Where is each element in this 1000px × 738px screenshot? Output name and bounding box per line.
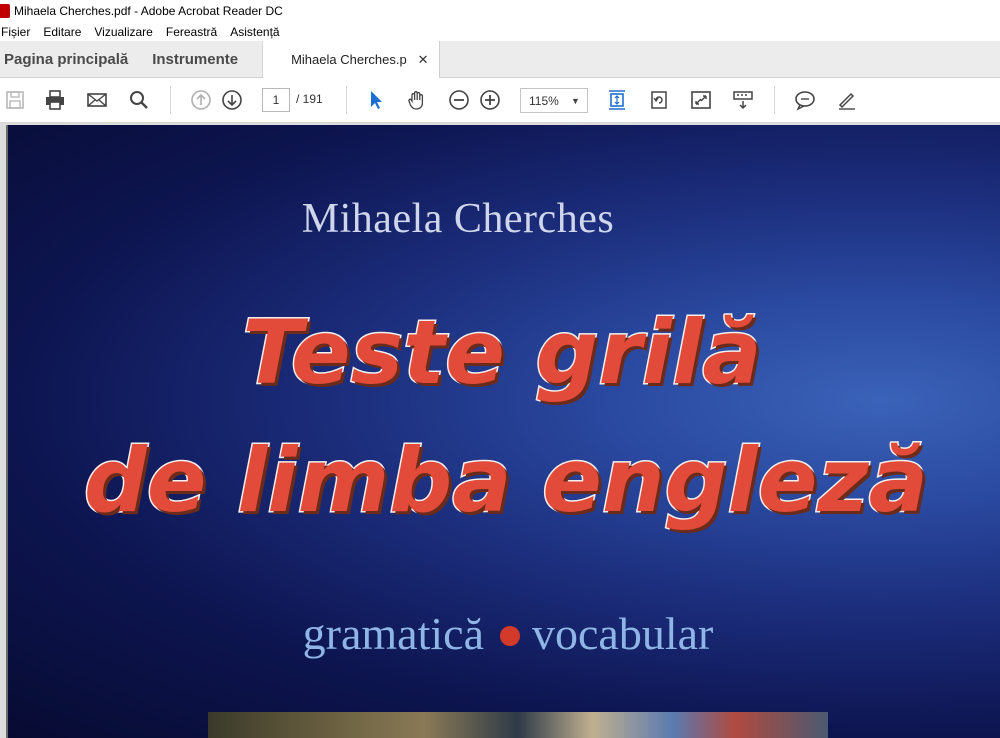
page-number-input[interactable]: 1: [262, 88, 290, 112]
title-bar: Mihaela Cherches.pdf - Adobe Acrobat Rea…: [0, 0, 1000, 22]
toolbar-separator: [346, 86, 347, 114]
comment-icon[interactable]: [792, 87, 818, 113]
toolbar-separator: [774, 86, 775, 114]
fit-page-icon[interactable]: [604, 87, 630, 113]
menu-help[interactable]: Asistență: [224, 25, 286, 39]
read-mode-icon[interactable]: [730, 87, 756, 113]
tab-bar: Pagina principală Instrumente Mihaela Ch…: [0, 41, 1000, 78]
search-icon[interactable]: [126, 87, 152, 113]
print-icon[interactable]: [42, 87, 68, 113]
page-down-icon[interactable]: [219, 87, 245, 113]
close-tab-icon[interactable]: ✕: [415, 52, 431, 68]
hand-icon[interactable]: [404, 87, 430, 113]
cover-author: Mihaela Cherches: [301, 196, 615, 242]
toolbar: [0, 78, 1000, 123]
cover-photo: [208, 712, 828, 738]
zoom-value: 115%: [529, 93, 559, 108]
select-cursor-icon[interactable]: [362, 87, 388, 113]
cover-title-line2: de limba engleză: [82, 428, 929, 534]
tab-home[interactable]: Pagina principală: [0, 41, 140, 77]
chevron-down-icon: ▼: [571, 95, 580, 106]
tab-tools[interactable]: Instrumente: [140, 41, 264, 77]
full-screen-icon[interactable]: [688, 87, 714, 113]
cover-title-line1: Teste grilă: [241, 300, 763, 406]
zoom-out-icon[interactable]: [446, 87, 472, 113]
page-total: / 191: [296, 92, 323, 106]
subtitle-vocabulary: vocabular: [531, 608, 714, 659]
acrobat-logo-icon: [0, 4, 10, 18]
rotate-icon[interactable]: [646, 87, 672, 113]
menu-bar: Fișier Editare Vizualizare Fereastră Asi…: [0, 22, 1000, 41]
zoom-select[interactable]: 115% ▼: [520, 88, 588, 113]
pdf-page: Mihaela Cherches Teste grilă de limba en…: [8, 125, 1000, 738]
menu-window[interactable]: Fereastră: [160, 25, 224, 39]
tab-document[interactable]: Mihaela Cherches.p ✕: [263, 41, 441, 78]
document-viewer[interactable]: Mihaela Cherches Teste grilă de limba en…: [0, 123, 1000, 738]
menu-file[interactable]: Fișier: [0, 25, 37, 39]
save-icon[interactable]: [2, 87, 28, 113]
menu-edit[interactable]: Editare: [37, 25, 88, 39]
page-up-icon[interactable]: [188, 87, 214, 113]
window-title: Mihaela Cherches.pdf - Adobe Acrobat Rea…: [14, 4, 283, 18]
toolbar-separator: [170, 86, 171, 114]
menu-view[interactable]: Vizualizare: [88, 25, 159, 39]
document-tab-label: Mihaela Cherches.p: [291, 52, 407, 67]
cover-subtitle: gramatică vocabular: [8, 607, 1000, 660]
zoom-in-icon[interactable]: [477, 87, 503, 113]
bullet-dot-icon: [499, 626, 520, 647]
email-icon[interactable]: [84, 87, 110, 113]
sign-icon[interactable]: [834, 87, 860, 113]
subtitle-grammar: gramatică: [302, 608, 484, 659]
